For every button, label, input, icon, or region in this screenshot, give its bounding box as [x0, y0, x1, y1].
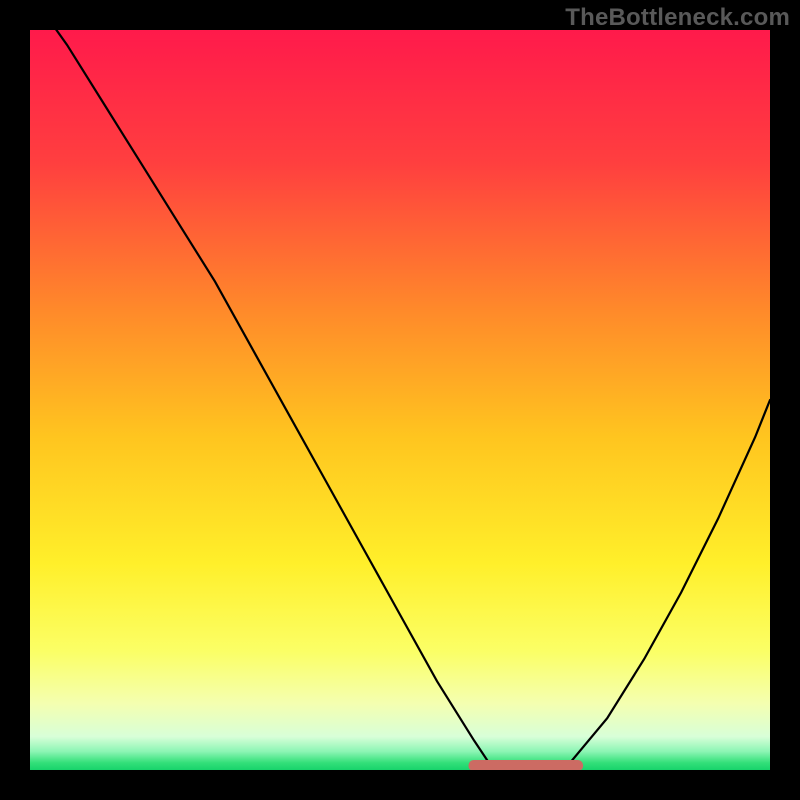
watermark-text: TheBottleneck.com [565, 4, 790, 32]
bottleneck-chart [0, 0, 800, 800]
chart-frame: TheBottleneck.com [0, 0, 800, 800]
gradient-background [30, 30, 770, 770]
